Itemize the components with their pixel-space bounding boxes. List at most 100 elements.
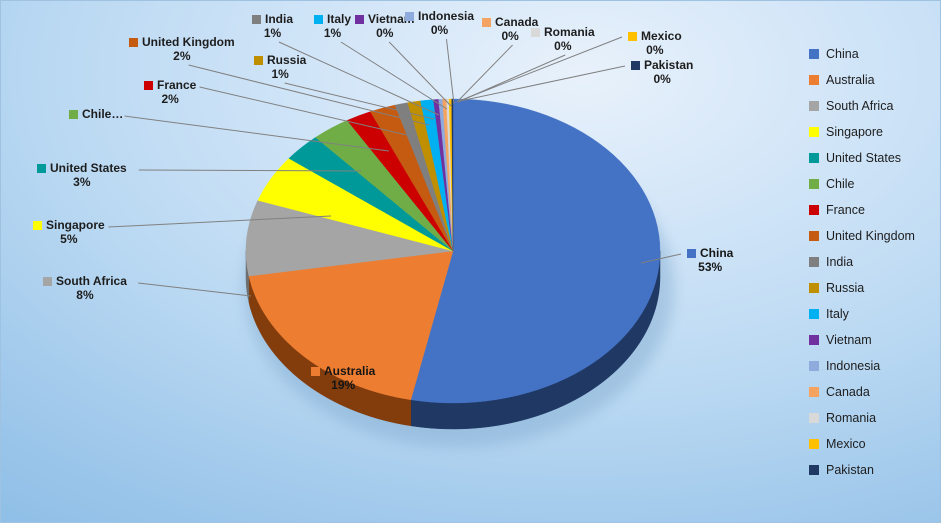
legend-label: Russia [826, 281, 865, 295]
data-label-name-united-states: United States [50, 161, 127, 175]
legend-swatch-icon-singapore [809, 127, 819, 137]
data-label-name-italy: Italy [327, 12, 352, 26]
legend-label: Indonesia [826, 359, 881, 373]
data-label-russia[interactable]: Russia 1% [254, 53, 306, 81]
legend-label: France [826, 203, 865, 217]
plot-area[interactable]: China 53% Australia 19% South Africa 8% Singap… [1, 1, 801, 522]
data-label-name-pakistan: Pakistan [644, 58, 694, 72]
legend-label: South Africa [826, 99, 894, 113]
legend-label: Mexico [826, 437, 866, 451]
data-label-france[interactable]: France 2% [144, 78, 196, 106]
legend-item-russia[interactable]: Russia [801, 275, 940, 301]
data-label-swatch-india [252, 14, 261, 24]
chart-legend[interactable]: China Australia South Africa Singapore Unite… [801, 41, 940, 486]
data-label-swatch-france [144, 80, 153, 90]
legend-swatch-icon-chile [809, 179, 819, 189]
data-label-name-france: France [157, 78, 197, 92]
data-label-pct-australia: 19% [331, 378, 356, 392]
data-label-pct-france: 2% [161, 92, 179, 106]
legend-swatch-icon-pakistan [809, 465, 819, 475]
data-label-pct-canada: 0% [501, 29, 519, 43]
legend-item-singapore[interactable]: Singapore [801, 119, 940, 145]
data-label-swatch-italy [314, 14, 323, 24]
legend-item-south-africa[interactable]: South Africa [801, 93, 940, 119]
data-label-swatch-canada [482, 17, 491, 27]
legend-label: Canada [826, 385, 870, 399]
data-label-pakistan[interactable]: Pakistan 0% [631, 58, 693, 86]
legend-item-india[interactable]: India [801, 249, 940, 275]
legend-swatch-icon-indonesia [809, 361, 819, 371]
data-label-pct-singapore: 5% [60, 232, 78, 246]
data-label-canada[interactable]: Canada 0% [482, 15, 538, 43]
legend-label: United States [826, 151, 902, 165]
data-label-name-romania: Romania [544, 25, 595, 39]
data-label-italy[interactable]: Italy 1% [314, 12, 351, 40]
data-label-mexico[interactable]: Mexico 0% [628, 29, 682, 57]
data-label-pct-united-kingdom: 2% [173, 49, 191, 63]
legend-label: Romania [826, 411, 877, 425]
data-label-swatch-singapore [33, 220, 42, 230]
data-label-swatch-united-kingdom [129, 37, 138, 47]
data-label-swatch-united-states [37, 163, 46, 173]
data-label-pct-italy: 1% [323, 26, 342, 40]
legend-swatch-icon-romania [809, 413, 819, 423]
data-label-name-china: China [700, 246, 734, 260]
legend-item-france[interactable]: France [801, 197, 940, 223]
data-label-indonesia[interactable]: Indonesia 0% [405, 9, 474, 37]
data-label-name-south-africa: South Africa [56, 274, 127, 288]
data-label-name-india: India [265, 12, 294, 26]
data-label-united-states[interactable]: United States 3% [37, 161, 127, 189]
legend-item-canada[interactable]: Canada [801, 379, 940, 405]
data-label-swatch-south-africa [43, 276, 52, 286]
data-label-name-singapore: Singapore [46, 218, 105, 232]
legend-swatch-icon-united-states [809, 153, 819, 163]
legend-item-vietnam[interactable]: Vietnam [801, 327, 940, 353]
data-label-swatch-vietnam [355, 14, 364, 24]
legend-item-italy[interactable]: Italy [801, 301, 940, 327]
data-label-pct-mexico: 0% [646, 43, 664, 57]
data-label-pct-south-africa: 8% [76, 288, 94, 302]
data-label-name-united-kingdom: United Kingdom [142, 35, 235, 49]
legend-label: United Kingdom [826, 229, 915, 243]
data-label-pct-china: 53% [698, 260, 723, 274]
data-label-pct-united-states: 3% [73, 175, 91, 189]
data-label-pct-pakistan: 0% [653, 72, 671, 86]
data-label-chile[interactable]: Chile… [69, 107, 123, 121]
legend-item-romania[interactable]: Romania [801, 405, 940, 431]
data-label-swatch-romania [531, 27, 540, 37]
legend-label: Italy [826, 307, 849, 321]
data-label-india[interactable]: India 1% [252, 12, 293, 40]
legend-label: Australia [826, 73, 875, 87]
data-label-name-mexico: Mexico [641, 29, 682, 43]
data-label-australia[interactable]: Australia 19% [311, 364, 375, 392]
data-label-united-kingdom[interactable]: United Kingdom 2% [129, 35, 235, 63]
data-label-swatch-indonesia [405, 11, 414, 21]
data-label-singapore[interactable]: Singapore 5% [33, 218, 105, 246]
legend-label: India [826, 255, 854, 269]
legend-item-pakistan[interactable]: Pakistan [801, 457, 940, 483]
legend-item-australia[interactable]: Australia [801, 67, 940, 93]
legend-swatch-icon-india [809, 257, 819, 267]
data-label-china[interactable]: China 53% [687, 246, 733, 274]
data-label-romania[interactable]: Romania 0% [531, 25, 595, 53]
legend-swatch-icon-south-africa [809, 101, 819, 111]
legend-swatch-icon-united-kingdom [809, 231, 819, 241]
data-label-swatch-russia [254, 55, 263, 65]
data-label-pct-india: 1% [263, 26, 282, 40]
legend-label: Pakistan [826, 463, 874, 477]
legend-item-chile[interactable]: Chile [801, 171, 940, 197]
data-label-south-africa[interactable]: South Africa 8% [43, 274, 127, 302]
data-label-name-russia: Russia [267, 53, 307, 67]
legend-swatch-icon-vietnam [809, 335, 819, 345]
legend-swatch-icon-france [809, 205, 819, 215]
legend-item-china[interactable]: China [801, 41, 940, 67]
legend-item-mexico[interactable]: Mexico [801, 431, 940, 457]
legend-item-indonesia[interactable]: Indonesia [801, 353, 940, 379]
legend-swatch-icon-australia [809, 75, 819, 85]
legend-item-united-kingdom[interactable]: United Kingdom [801, 223, 940, 249]
legend-swatch-icon-russia [809, 283, 819, 293]
data-label-swatch-chile [69, 109, 78, 119]
data-label-pct-romania: 0% [554, 39, 572, 53]
legend-item-united-states[interactable]: United States [801, 145, 940, 171]
data-label-pct-indonesia: 0% [430, 23, 449, 37]
